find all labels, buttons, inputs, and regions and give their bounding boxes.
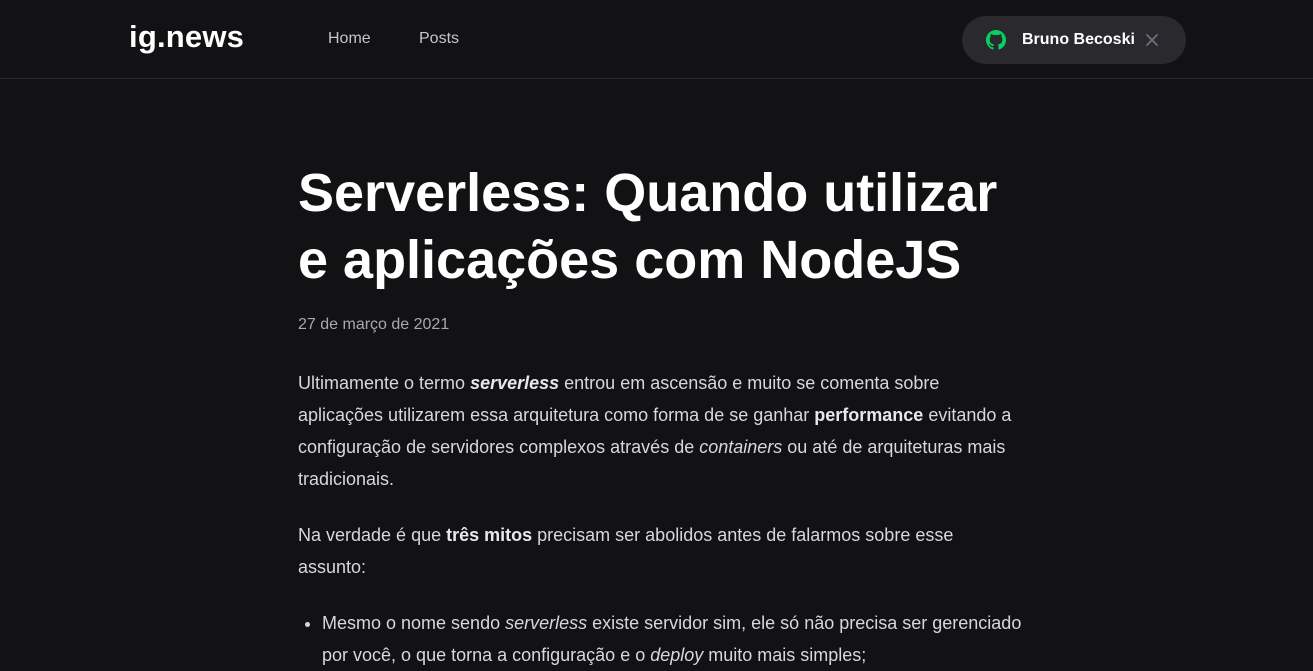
post-content: Ultimamente o termo serverless entrou em… <box>298 367 1023 671</box>
post-date: 27 de março de 2021 <box>298 316 450 333</box>
nav-posts-link[interactable]: Posts <box>419 30 459 48</box>
site-logo[interactable]: ig.news <box>129 19 244 55</box>
strong-keyword: performance <box>814 405 924 425</box>
text-segment: Na verdade é que <box>298 525 447 545</box>
nav-home-link[interactable]: Home <box>328 30 371 48</box>
myths-list: Mesmo o nome sendo serverless existe ser… <box>298 607 1023 671</box>
emphasis-keyword: serverless <box>470 373 560 393</box>
strong-keyword: três mitos <box>446 525 533 545</box>
emphasis-keyword: containers <box>699 437 783 457</box>
text-segment: Mesmo o nome sendo <box>322 613 506 633</box>
list-item: Mesmo o nome sendo serverless existe ser… <box>322 607 1023 671</box>
signin-button[interactable]: Bruno Becoski <box>962 16 1186 64</box>
post-paragraph-2: Na verdade é que três mitos precisam ser… <box>298 519 1023 583</box>
emphasis-keyword: serverless <box>505 613 588 633</box>
github-icon <box>986 30 1006 50</box>
text-segment: muito mais simples; <box>703 645 867 665</box>
close-icon[interactable] <box>1145 33 1159 47</box>
post-title: Serverless: Quando utilizar e aplicações… <box>298 163 998 290</box>
post-paragraph-1: Ultimamente o termo serverless entrou em… <box>298 367 1023 495</box>
text-segment: Ultimamente o termo <box>298 373 471 393</box>
emphasis-keyword: deploy <box>650 645 704 665</box>
top-header: ig.news Home Posts Bruno Becoski <box>0 0 1313 79</box>
signin-user-name: Bruno Becoski <box>1022 31 1135 48</box>
